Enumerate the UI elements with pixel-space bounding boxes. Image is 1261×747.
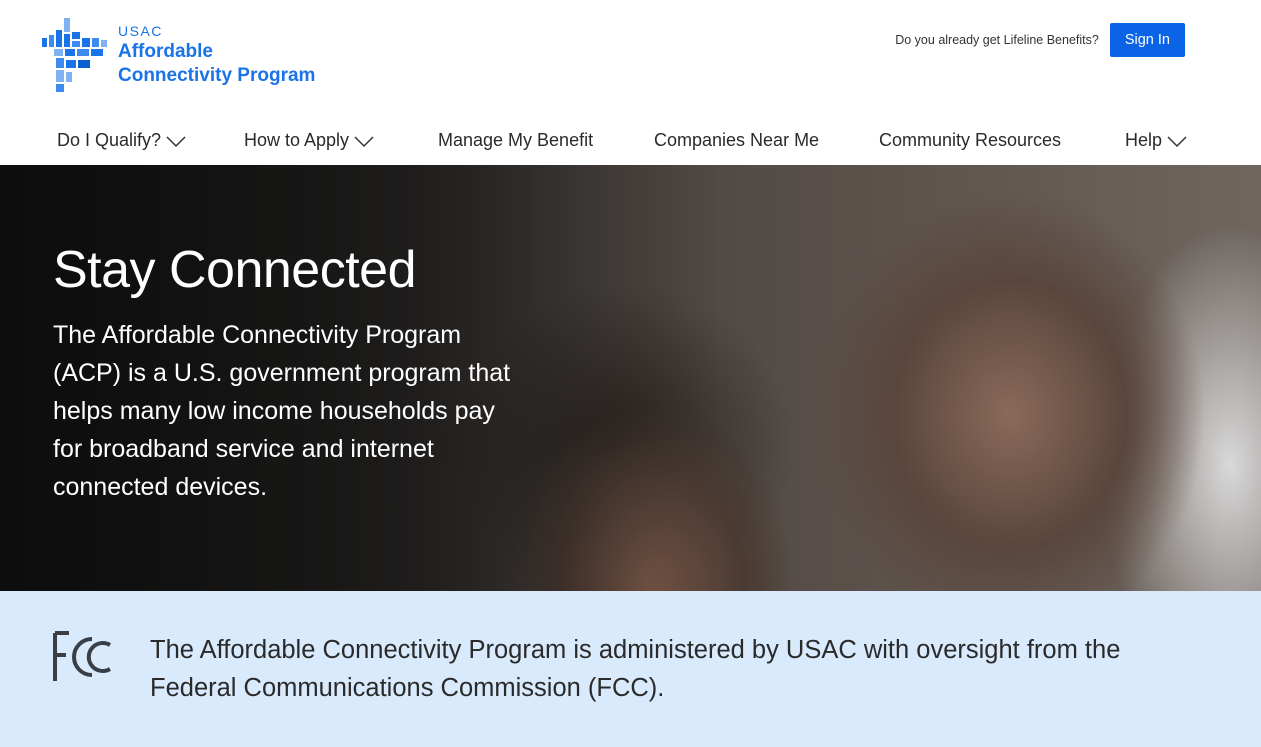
sign-in-button[interactable]: Sign In	[1109, 23, 1185, 57]
hero-banner: Stay Connected The Affordable Connectivi…	[0, 165, 1261, 591]
nav-item-label: Do I Qualify?	[57, 130, 162, 150]
fcc-oversight-text: The Affordable Connectivity Program is a…	[150, 636, 1121, 702]
logo-text: USAC Affordable Connectivity Program	[118, 22, 315, 88]
chevron-down-icon	[166, 135, 186, 147]
fcc-oversight-band: The Affordable Connectivity Program is a…	[0, 591, 1261, 747]
logo-line1: Affordable	[118, 41, 213, 62]
nav-item-label: Help	[1125, 130, 1163, 150]
nav-item-companies-near-me[interactable]: Companies Near Me	[654, 130, 819, 151]
chevron-down-icon	[1167, 135, 1187, 147]
logo-line2: Connectivity Program	[118, 65, 316, 86]
main-nav: Do I Qualify? How to Apply Manage My Ben…	[0, 118, 1261, 165]
signin-area: Do you already get Lifeline Benefits? Si…	[895, 23, 1185, 57]
nav-item-help[interactable]: Help	[1125, 130, 1188, 151]
nav-item-label: Manage My Benefit	[438, 130, 594, 150]
nav-item-label: Community Resources	[879, 130, 1062, 150]
fcc-logo-icon	[53, 631, 112, 681]
nav-item-label: How to Apply	[244, 130, 350, 150]
hero-title: Stay Connected	[53, 241, 417, 299]
nav-item-label: Companies Near Me	[654, 130, 820, 150]
acp-logo-icon	[42, 18, 107, 92]
nav-item-community-resources[interactable]: Community Resources	[879, 130, 1061, 151]
nav-item-do-i-qualify[interactable]: Do I Qualify?	[57, 130, 187, 151]
site-logo-link[interactable]: USAC Affordable Connectivity Program	[42, 16, 332, 96]
nav-item-how-to-apply[interactable]: How to Apply	[244, 130, 375, 151]
chevron-down-icon	[354, 135, 374, 147]
hero-description: The Affordable Connectivity Program (ACP…	[53, 321, 511, 501]
logo-usac: USAC	[118, 23, 163, 39]
nav-item-manage-my-benefit[interactable]: Manage My Benefit	[438, 130, 593, 151]
site-header: USAC Affordable Connectivity Program Do …	[0, 0, 1261, 118]
signin-prompt: Do you already get Lifeline Benefits?	[895, 33, 1099, 47]
